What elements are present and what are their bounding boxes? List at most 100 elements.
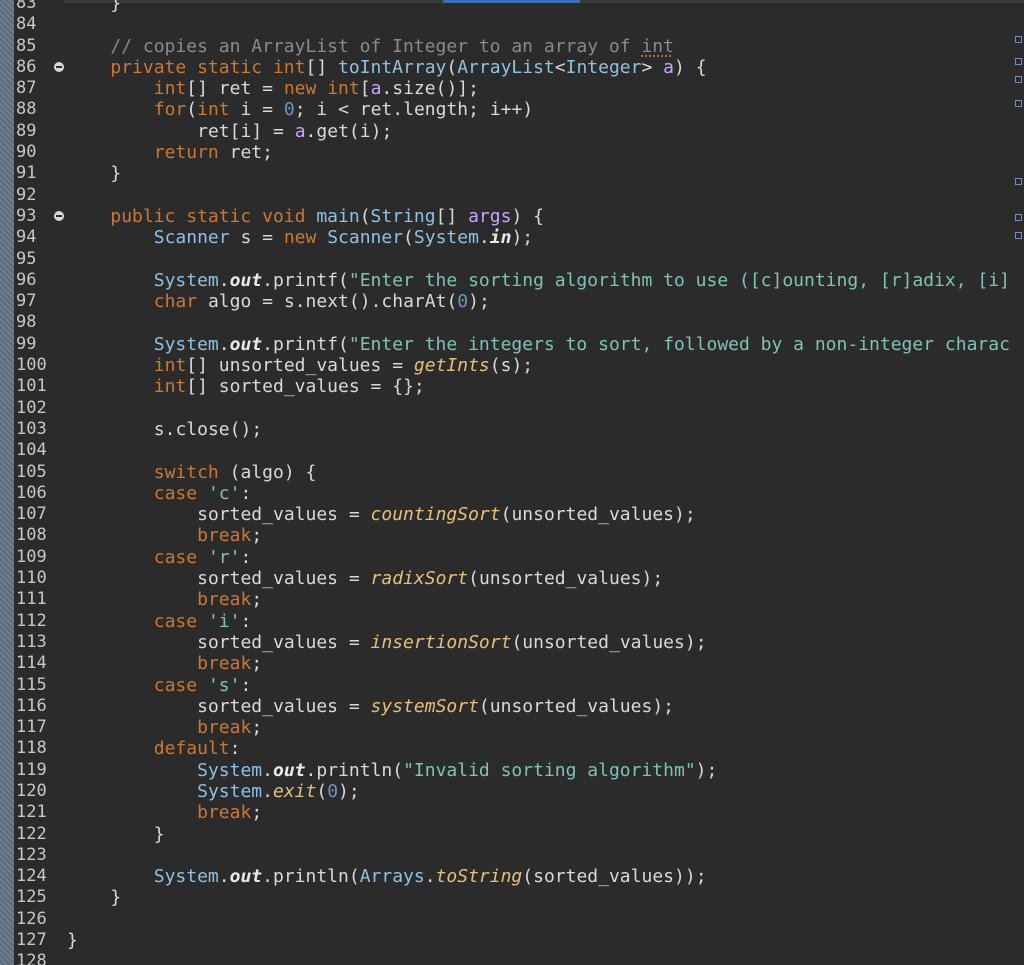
line-number: 125 [16,887,47,908]
code-text: switch (algo) { [153,461,317,483]
code-line[interactable]: 115 case 's': [0,675,1024,696]
code-line[interactable]: 107 sorted_values = countingSort(unsorte… [0,504,1024,525]
fold-toggle-icon[interactable] [54,210,64,221]
code-text: case 's': [153,674,252,696]
code-line[interactable]: 126 [0,909,1024,930]
code-text: break; [197,525,263,547]
line-number: 119 [16,759,47,780]
overview-marker-icon[interactable] [1015,214,1022,221]
line-number: 118 [16,738,47,759]
code-line[interactable]: 102 [0,398,1024,419]
overview-marker-icon[interactable] [1015,36,1022,43]
code-text: sorted_values = insertionSort(unsorted_v… [197,631,707,653]
line-number: 86 [16,56,37,77]
overview-marker-icon[interactable] [1015,232,1022,239]
code-line[interactable]: 95 [0,249,1024,270]
code-line[interactable]: 111 break; [0,589,1024,610]
code-line[interactable]: 128 [0,951,1024,965]
code-line[interactable]: 104 [0,440,1024,461]
code-line[interactable]: 89 ret[i] = a.get(i); [0,121,1024,142]
code-line[interactable]: 106 case 'c': [0,483,1024,504]
code-text: case 'r': [153,546,252,568]
line-number: 102 [16,397,47,418]
code-text: System.out.printf("Enter the integers to… [153,333,1010,355]
line-number: 127 [16,930,47,951]
code-line[interactable]: 96 System.out.printf("Enter the sorting … [0,270,1024,291]
code-line[interactable]: 93 public static void main(String[] args… [0,206,1024,227]
overview-marker-icon[interactable] [1015,58,1022,65]
line-number: 90 [16,142,37,163]
code-line[interactable]: 94 Scanner s = new Scanner(System.in); [0,227,1024,248]
code-line[interactable]: 125 } [0,887,1024,908]
code-text: break; [197,802,263,824]
line-number: 112 [16,610,47,631]
code-line[interactable]: 108 break; [0,525,1024,546]
line-number: 116 [16,695,47,716]
code-line[interactable]: 110 sorted_values = radixSort(unsorted_v… [0,568,1024,589]
code-line[interactable]: 97 char algo = s.next().charAt(0); [0,291,1024,312]
line-number: 114 [16,653,47,674]
line-number: 124 [16,866,47,887]
line-number: 109 [16,546,47,567]
overview-ruler[interactable] [1014,0,1024,965]
line-number: 123 [16,844,47,865]
code-text: } [153,823,165,845]
code-line[interactable]: 113 sorted_values = insertionSort(unsort… [0,632,1024,653]
line-number: 101 [16,376,47,397]
overview-marker-icon[interactable] [1015,100,1022,107]
code-text: ret[i] = a.get(i); [197,120,393,142]
code-text: } [67,930,78,952]
line-number: 98 [16,312,37,333]
line-number: 128 [16,951,47,965]
code-line[interactable]: 91 } [0,163,1024,184]
fold-toggle-icon[interactable] [54,61,64,72]
line-number: 126 [16,908,47,929]
code-editor[interactable]: 83 } 84 85 // copies an ArrayList of Integ… [0,0,1024,965]
code-line[interactable]: 100 int[] unsorted_values = getInts(s); [0,355,1024,376]
code-line[interactable]: 86 private static int[] toIntArray(Array… [0,57,1024,78]
line-number: 107 [16,504,47,525]
code-line[interactable]: 122 } [0,824,1024,845]
code-line[interactable]: 103 s.close(); [0,419,1024,440]
line-number: 89 [16,120,37,141]
code-line[interactable]: 99 System.out.printf("Enter the integers… [0,334,1024,355]
overview-marker-icon[interactable] [1015,76,1022,83]
code-line[interactable]: 127} [0,930,1024,951]
code-line[interactable]: 84 [0,14,1024,35]
code-line[interactable]: 87 int[] ret = new int[a.size()]; [0,78,1024,99]
code-line[interactable]: 118 default: [0,738,1024,759]
line-number: 96 [16,269,37,290]
code-line[interactable]: 98 [0,312,1024,333]
code-line[interactable]: 92 [0,185,1024,206]
code-line[interactable]: 114 break; [0,653,1024,674]
overview-marker-icon[interactable] [1015,178,1022,185]
code-line[interactable]: 112 case 'i': [0,611,1024,632]
code-line[interactable]: 101 int[] sorted_values = {}; [0,376,1024,397]
code-line[interactable]: 120 System.exit(0); [0,781,1024,802]
line-number: 117 [16,717,47,738]
code-line[interactable]: 88 for(int i = 0; i < ret.length; i++) [0,99,1024,120]
line-number: 99 [16,333,37,354]
line-number: 83 [16,0,37,13]
code-text: for(int i = 0; i < ret.length; i++) [153,99,534,121]
code-line[interactable]: 105 switch (algo) { [0,462,1024,483]
line-number: 121 [16,802,47,823]
code-line[interactable]: 121 break; [0,802,1024,823]
code-line[interactable]: 90 return ret; [0,142,1024,163]
code-line[interactable]: 116 sorted_values = systemSort(unsorted_… [0,696,1024,717]
code-text: break; [197,589,263,611]
code-text: public static void main(String[] args) { [110,205,544,227]
code-line[interactable]: 117 break; [0,717,1024,738]
line-number: 97 [16,291,37,312]
line-number: 85 [16,35,37,56]
code-text: break; [197,717,263,739]
line-number: 111 [16,589,47,610]
code-line[interactable]: 83 } [0,0,1024,14]
code-line[interactable]: 119 System.out.println("Invalid sorting … [0,760,1024,781]
line-number: 104 [16,440,47,461]
code-line[interactable]: 85 // copies an ArrayList of Integer to … [0,36,1024,57]
code-line[interactable]: 124 System.out.println(Arrays.toString(s… [0,866,1024,887]
code-line[interactable]: 109 case 'r': [0,547,1024,568]
code-lines: 83 } 84 85 // copies an ArrayList of Integ… [0,0,1024,965]
code-line[interactable]: 123 [0,845,1024,866]
